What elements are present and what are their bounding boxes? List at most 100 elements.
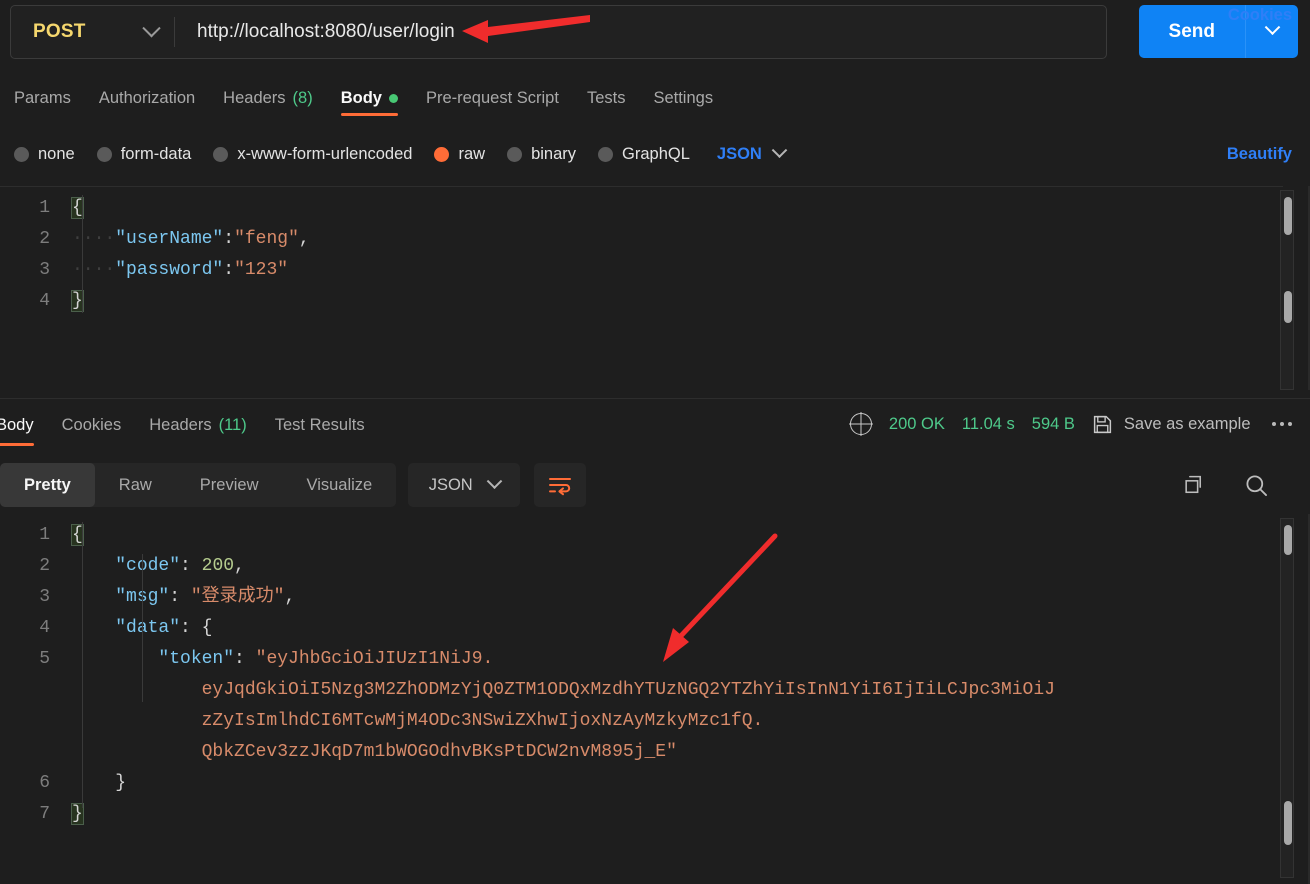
- search-button[interactable]: [1243, 472, 1270, 499]
- fold-guide: [82, 195, 83, 313]
- save-as-example-button[interactable]: Save as example: [1092, 414, 1251, 435]
- code-token: ,: [284, 587, 296, 607]
- active-tab-underline: [340, 113, 398, 116]
- tab-label: Headers: [149, 416, 212, 434]
- copy-icon: [1185, 475, 1202, 493]
- view-tab-preview[interactable]: Preview: [176, 463, 283, 507]
- code-content[interactable]: ····"password":"123": [72, 255, 288, 286]
- code-line: 6 }: [0, 768, 1283, 799]
- code-content[interactable]: eyJqdGkiOiI5Nzg3M2ZhODMzYjQ0ZTM1ODQxMzdh…: [72, 675, 1055, 706]
- body-type-none[interactable]: none: [14, 145, 75, 164]
- view-tab-pretty[interactable]: Pretty: [0, 463, 95, 507]
- request-editor-scrollbar[interactable]: [1280, 190, 1294, 390]
- cookies-link[interactable]: Cookies: [1228, 6, 1292, 25]
- request-tab-pre-request-script[interactable]: Pre-request Script: [412, 76, 573, 116]
- send-options-button[interactable]: [1246, 19, 1298, 37]
- code-token: :: [180, 556, 202, 576]
- status-code: 200 OK: [888, 414, 945, 433]
- request-tab-params[interactable]: Params: [0, 76, 85, 116]
- chevron-down-icon: [486, 472, 502, 489]
- view-tab-visualize[interactable]: Visualize: [282, 463, 396, 507]
- code-token: :: [169, 587, 191, 607]
- radio-button-icon[interactable]: [434, 146, 450, 162]
- body-type-label: raw: [458, 144, 486, 163]
- response-viewer-scrollbar[interactable]: [1280, 518, 1294, 878]
- code-content[interactable]: }: [72, 768, 126, 799]
- body-type-form-data[interactable]: form-data: [96, 144, 192, 164]
- code-content[interactable]: ····"userName":"feng",: [72, 224, 310, 255]
- radio-button-icon[interactable]: [598, 146, 614, 162]
- body-type-raw[interactable]: raw: [434, 145, 485, 164]
- body-type-GraphQL[interactable]: GraphQL: [598, 145, 690, 164]
- code-line: QbkZCev3zzJKqD7m1bWOGOdhvBKsPtDCW2nvM895…: [0, 737, 1283, 768]
- active-tab-underline: [0, 442, 34, 446]
- copy-button[interactable]: [1182, 473, 1207, 498]
- code-content[interactable]: "code": 200,: [72, 551, 245, 582]
- radio-button-icon[interactable]: [507, 146, 523, 162]
- tab-label: Body: [340, 88, 382, 107]
- tab-label: Settings: [653, 88, 714, 107]
- response-tab-headers[interactable]: Headers (11): [135, 404, 261, 448]
- code-line: 4}: [0, 286, 1283, 317]
- code-line: 2 ····"userName":"feng",: [0, 224, 1283, 255]
- globe-icon: [849, 413, 872, 435]
- view-tab-raw[interactable]: Raw: [95, 463, 176, 507]
- body-type-row: none form-data x-www-form-urlencoded raw bin…: [0, 136, 1310, 172]
- response-tab-body[interactable]: Body: [0, 404, 48, 448]
- method-url-group: POST http://localhost:8080/user/login: [10, 5, 1107, 59]
- code-token: {: [201, 618, 213, 638]
- floppy-disk-icon: [1093, 415, 1112, 433]
- scrollbar-thumb[interactable]: [1284, 525, 1292, 555]
- response-body-viewer[interactable]: 1{2 "code": 200, 3 "msg": "登录成功", 4 "data"…: [0, 514, 1283, 884]
- code-content[interactable]: QbkZCev3zzJKqD7m1bWOGOdhvBKsPtDCW2nvM895…: [72, 737, 677, 768]
- code-line: 1{: [0, 193, 1283, 224]
- body-type-label: none: [38, 144, 75, 163]
- radio-button-icon[interactable]: [96, 146, 112, 162]
- code-token: :: [180, 618, 202, 638]
- radio-button-icon[interactable]: [14, 146, 29, 162]
- code-content[interactable]: "token": "eyJhbGciOiJIUzI1NiJ9.: [72, 644, 493, 675]
- url-input[interactable]: http://localhost:8080/user/login: [175, 6, 1106, 58]
- code-content[interactable]: "msg": "登录成功",: [72, 582, 295, 613]
- body-format-label: JSON: [716, 144, 762, 163]
- request-tab-settings[interactable]: Settings: [639, 76, 727, 116]
- code-token: "123": [234, 260, 289, 280]
- request-tab-headers[interactable]: Headers (8): [209, 76, 327, 116]
- response-tools-right: [1182, 472, 1270, 499]
- more-options-icon[interactable]: [1268, 421, 1297, 427]
- code-token: }: [115, 773, 127, 793]
- request-tab-tests[interactable]: Tests: [573, 76, 640, 116]
- code-token: "password": [115, 260, 224, 280]
- scrollbar-thumb[interactable]: [1284, 197, 1292, 235]
- fold-guide: [142, 554, 143, 702]
- request-body-editor[interactable]: 1{2 ····"userName":"feng", 3 ····"password"…: [0, 186, 1283, 390]
- body-format-select[interactable]: JSON: [716, 141, 788, 164]
- code-line: 5 "token": "eyJhbGciOiJIUzI1NiJ9.: [0, 644, 1283, 675]
- tab-label: Authorization: [98, 88, 196, 107]
- http-method-label: POST: [33, 21, 86, 42]
- code-line: 1{: [0, 520, 1283, 551]
- request-tab-body[interactable]: Body: [327, 76, 412, 116]
- body-type-binary[interactable]: binary: [507, 145, 576, 164]
- code-line: 7}: [0, 799, 1283, 830]
- response-time: 11.04 s: [961, 414, 1015, 433]
- response-tab-test-results[interactable]: Test Results: [261, 404, 379, 448]
- tab-label: Cookies: [61, 416, 122, 434]
- beautify-button[interactable]: Beautify: [1227, 145, 1292, 164]
- radio-button-icon[interactable]: [213, 146, 229, 162]
- response-tab-cookies[interactable]: Cookies: [48, 404, 136, 448]
- body-type-x-www-form-urlencoded[interactable]: x-www-form-urlencoded: [213, 145, 412, 164]
- request-tab-authorization[interactable]: Authorization: [85, 76, 209, 116]
- search-icon: [1246, 474, 1267, 496]
- response-format-select[interactable]: JSON: [408, 463, 521, 507]
- code-content[interactable]: zZyIsImlhdCI6MTcwMjM4ODc3NSwiZXhwIjoxNzA…: [72, 706, 764, 737]
- code-line: 2 "code": 200,: [0, 551, 1283, 582]
- wrap-text-button[interactable]: [534, 463, 587, 507]
- body-type-label: form-data: [120, 144, 192, 163]
- http-method-select[interactable]: POST: [11, 6, 174, 58]
- scrollbar-thumb[interactable]: [1284, 291, 1292, 323]
- scrollbar-thumb[interactable]: [1284, 801, 1292, 845]
